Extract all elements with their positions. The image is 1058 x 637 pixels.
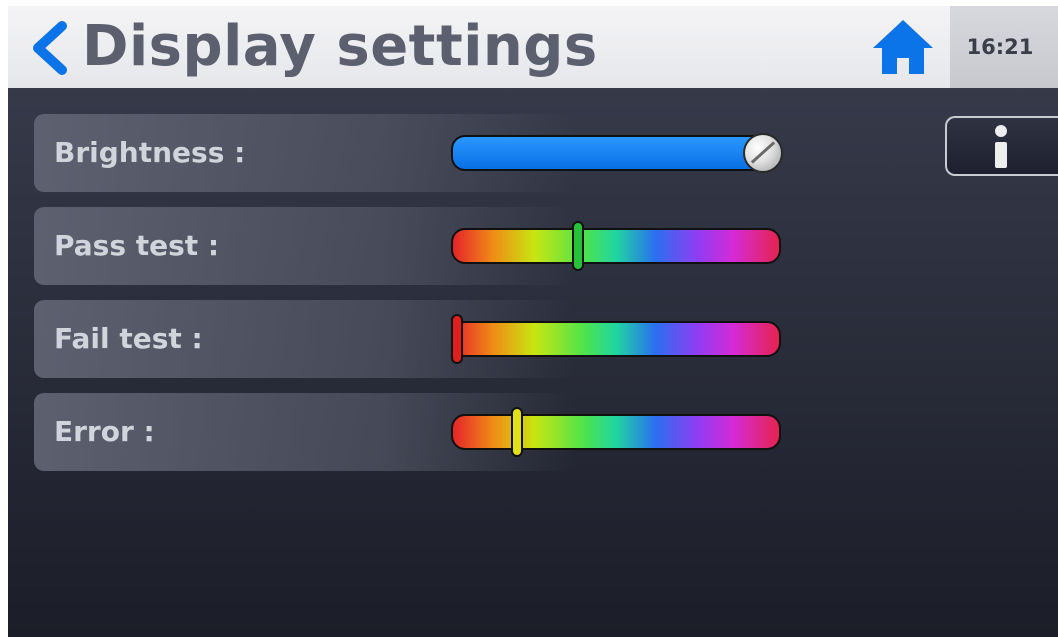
pass-test-color-marker[interactable] — [571, 221, 584, 271]
error-color-marker[interactable] — [511, 407, 524, 457]
home-button[interactable] — [870, 16, 936, 78]
info-icon — [995, 125, 1007, 168]
fail-test-label: Fail test : — [54, 322, 203, 355]
clock-box: 16:21 — [950, 6, 1058, 88]
screen: Display settings 16:21 Brightness : Pass… — [8, 6, 1058, 637]
error-label: Error : — [54, 415, 155, 448]
info-button[interactable] — [945, 116, 1058, 176]
pass-test-color-slider[interactable] — [451, 228, 781, 264]
back-button[interactable] — [24, 20, 74, 76]
brightness-slider-thumb[interactable] — [743, 133, 783, 173]
page-title: Display settings — [82, 14, 598, 79]
brightness-slider-track[interactable] — [451, 135, 781, 171]
pass-test-label: Pass test : — [54, 229, 220, 262]
chevron-left-icon — [33, 21, 67, 75]
clock-time: 16:21 — [966, 35, 1034, 59]
fail-test-color-slider[interactable] — [451, 321, 781, 357]
fail-test-color-marker[interactable] — [451, 314, 463, 364]
header-bar: Display settings 16:21 — [8, 6, 1058, 88]
home-icon — [873, 20, 933, 74]
brightness-label: Brightness : — [54, 136, 246, 169]
error-color-slider[interactable] — [451, 414, 781, 450]
